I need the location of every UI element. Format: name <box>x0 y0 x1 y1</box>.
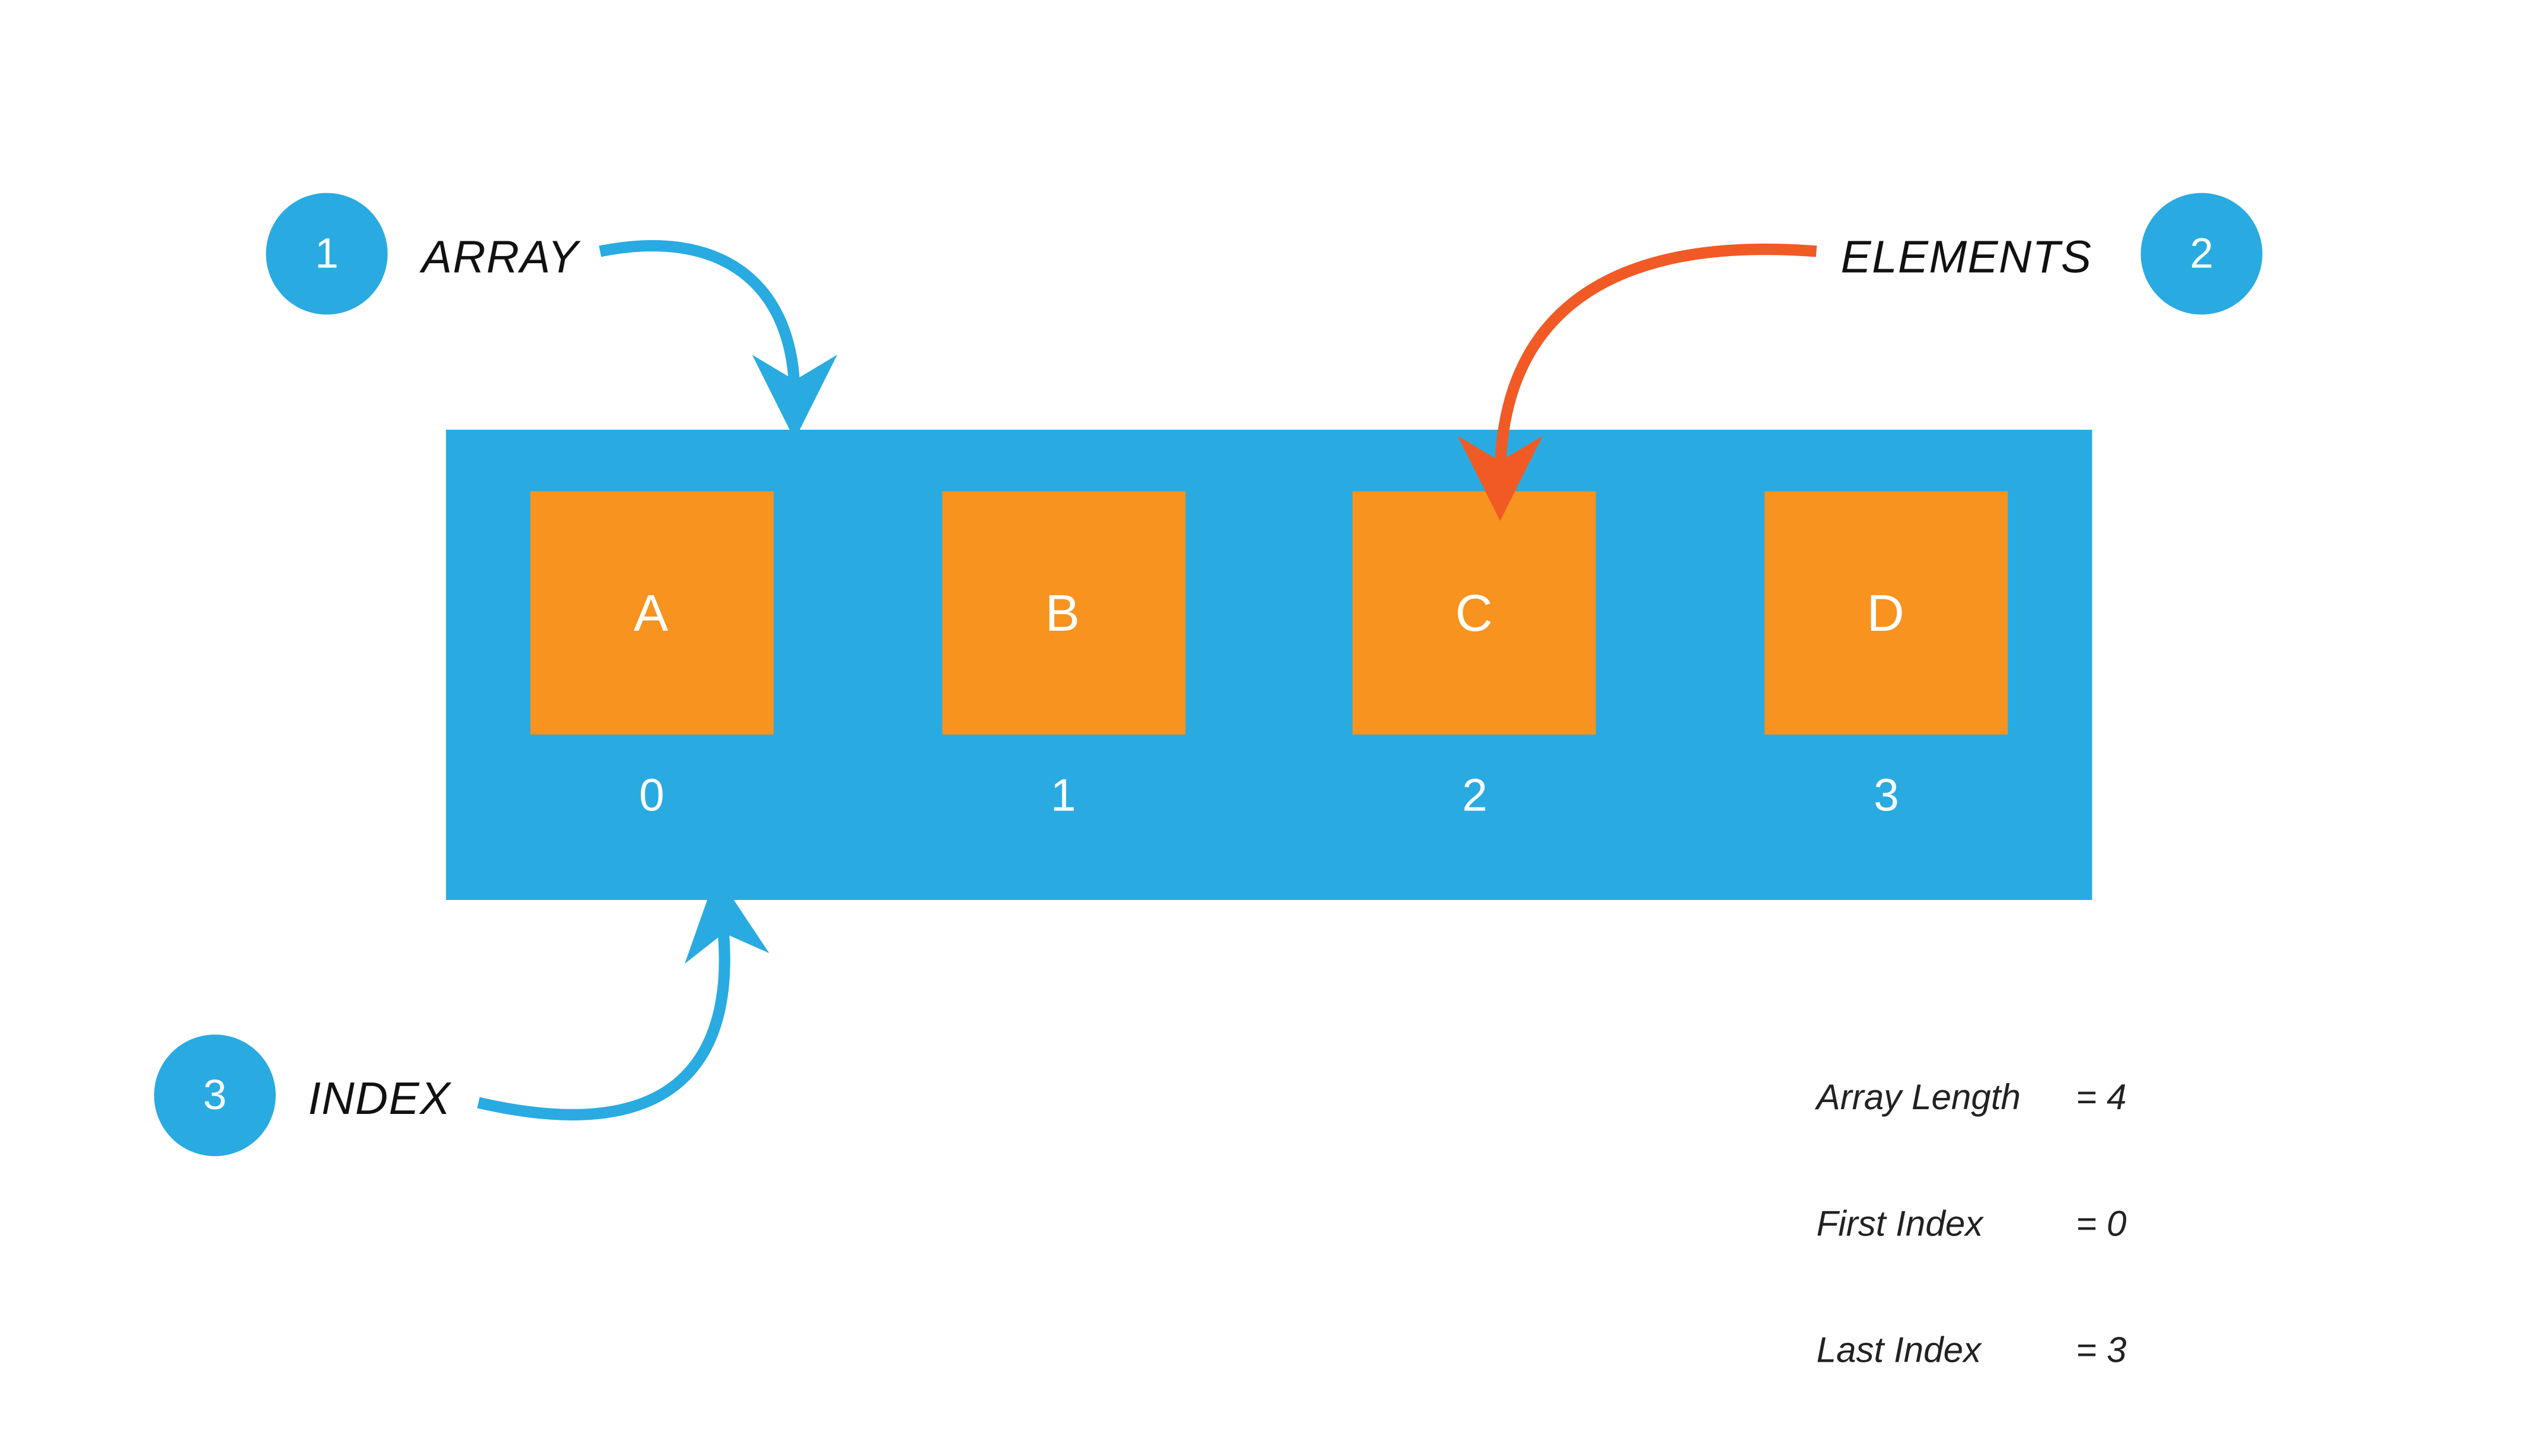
badge-number: 1 <box>315 229 339 279</box>
info-first-key: First Index <box>1816 1203 2076 1246</box>
badge-elements: 2 <box>2141 193 2263 314</box>
badge-index: 3 <box>154 1034 276 1156</box>
arrow-index <box>446 884 867 1160</box>
array-cell: B <box>942 491 1185 735</box>
badge-number: 3 <box>203 1070 227 1120</box>
badge-array: 1 <box>266 193 388 314</box>
array-cell-value: A <box>634 583 670 643</box>
arrow-array <box>567 219 892 446</box>
info-last-key: Last Index <box>1816 1330 2076 1372</box>
label-array: ARRAY <box>422 232 579 284</box>
info-block: Array Length = 4 First Index = 0 Last In… <box>1816 992 2126 1456</box>
label-elements: ELEMENTS <box>1841 232 2092 284</box>
array-cell-col: B 1 <box>926 491 1201 822</box>
array-cell-value: B <box>1045 583 1081 643</box>
arrow-elements <box>1411 227 1865 519</box>
array-cell-value: D <box>1867 583 1906 643</box>
array-cell: C <box>1353 491 1596 735</box>
badge-number: 2 <box>2190 229 2213 279</box>
label-index: INDEX <box>308 1074 451 1126</box>
info-length-key: Array Length <box>1816 1077 2076 1119</box>
array-index: 1 <box>1051 770 1076 822</box>
array-index: 3 <box>1874 770 1899 822</box>
info-length-val: = 4 <box>2076 1077 2126 1119</box>
info-first-val: = 0 <box>2076 1203 2126 1246</box>
array-cell-col: A 0 <box>514 491 790 822</box>
array-cell: A <box>530 491 773 735</box>
array-index: 2 <box>1462 770 1488 822</box>
array-cell: D <box>1765 491 2008 735</box>
array-cell-col: C 2 <box>1337 491 1613 822</box>
array-cell-value: C <box>1455 583 1494 643</box>
array-cell-col: D 3 <box>1749 491 2024 822</box>
info-last-val: = 3 <box>2076 1330 2126 1372</box>
array-index: 0 <box>639 770 665 822</box>
